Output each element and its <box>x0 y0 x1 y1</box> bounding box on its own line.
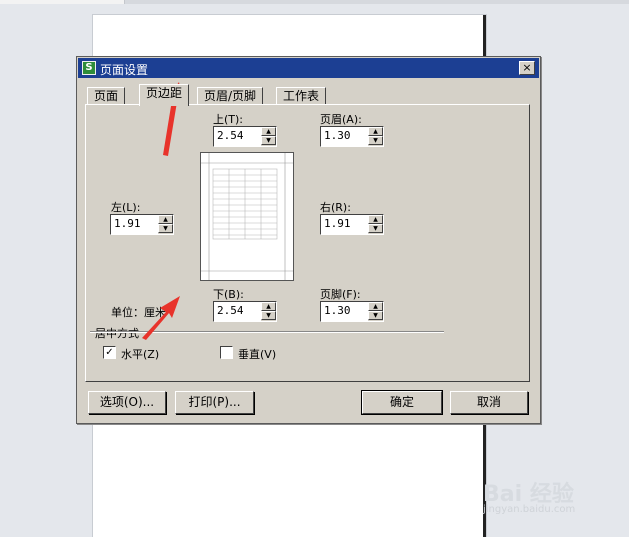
spin-up-icon[interactable]: ▲ <box>368 215 383 224</box>
app-logo-icon: S <box>82 61 96 75</box>
spin-down-icon[interactable]: ▼ <box>368 136 383 145</box>
top-margin-spin[interactable]: ▲ ▼ <box>261 127 276 146</box>
spin-down-icon[interactable]: ▼ <box>261 311 276 320</box>
header-margin-label: 页眉(A): <box>320 113 362 126</box>
footer-margin-spin[interactable]: ▲ ▼ <box>368 302 383 321</box>
left-margin-value[interactable]: 1.91 <box>114 217 141 230</box>
spin-up-icon[interactable]: ▲ <box>261 302 276 311</box>
close-icon[interactable]: × <box>519 61 535 75</box>
footer-margin-stepper[interactable]: 1.30 ▲ ▼ <box>320 301 384 322</box>
watermark: Bai 经验 jingyan.baidu.com <box>483 476 575 515</box>
horizontal-checkbox[interactable]: ✓ <box>103 346 116 359</box>
watermark-url: jingyan.baidu.com <box>483 504 576 515</box>
vertical-label[interactable]: 垂直(V) <box>238 346 276 362</box>
tab-page[interactable]: 页面 <box>87 87 126 105</box>
right-margin-label: 右(R): <box>320 201 351 214</box>
vertical-checkbox[interactable] <box>220 346 233 359</box>
tab-worksheet[interactable]: 工作表 <box>276 87 327 105</box>
page-preview-graphic <box>201 153 293 280</box>
dialog-title: 页面设置 <box>100 63 149 77</box>
header-margin-stepper[interactable]: 1.30 ▲ ▼ <box>320 126 384 147</box>
left-margin-label: 左(L): <box>111 201 141 214</box>
options-button[interactable]: 选项(O)... <box>88 391 166 414</box>
page-setup-dialog: S 页面设置 × 页面 页边距 页眉/页脚 工作表 上(T): 2.54 ▲ ▼ … <box>76 56 541 424</box>
annotation-arrow-icon <box>142 296 180 340</box>
top-margin-label: 上(T): <box>213 113 244 126</box>
header-margin-spin[interactable]: ▲ ▼ <box>368 127 383 146</box>
spin-down-icon[interactable]: ▼ <box>261 136 276 145</box>
cancel-button[interactable]: 取消 <box>450 391 528 414</box>
right-margin-stepper[interactable]: 1.91 ▲ ▼ <box>320 214 384 235</box>
ok-button[interactable]: 确定 <box>361 390 443 415</box>
tab-margins[interactable]: 页边距 <box>139 84 190 106</box>
tab-header-footer[interactable]: 页眉/页脚 <box>197 87 264 105</box>
spin-down-icon[interactable]: ▼ <box>368 311 383 320</box>
bottom-margin-stepper[interactable]: 2.54 ▲ ▼ <box>213 301 277 322</box>
left-margin-spin[interactable]: ▲ ▼ <box>158 215 173 234</box>
spin-down-icon[interactable]: ▼ <box>158 224 173 233</box>
top-margin-stepper[interactable]: 2.54 ▲ ▼ <box>213 126 277 147</box>
center-group-label: 居中方式 <box>95 327 139 340</box>
top-margin-value[interactable]: 2.54 <box>217 129 244 142</box>
footer-margin-label: 页脚(F): <box>320 288 361 301</box>
horizontal-label[interactable]: 水平(Z) <box>121 346 159 362</box>
spin-up-icon[interactable]: ▲ <box>368 127 383 136</box>
window-top-strip <box>0 0 629 4</box>
bottom-margin-label: 下(B): <box>213 288 244 301</box>
left-margin-stepper[interactable]: 1.91 ▲ ▼ <box>110 214 174 235</box>
spin-up-icon[interactable]: ▲ <box>261 127 276 136</box>
bottom-margin-spin[interactable]: ▲ ▼ <box>261 302 276 321</box>
footer-margin-value[interactable]: 1.30 <box>324 304 351 317</box>
print-button[interactable]: 打印(P)... <box>175 391 254 414</box>
bottom-margin-value[interactable]: 2.54 <box>217 304 244 317</box>
spin-down-icon[interactable]: ▼ <box>368 224 383 233</box>
right-margin-value[interactable]: 1.91 <box>324 217 351 230</box>
page-preview <box>200 152 294 281</box>
header-margin-value[interactable]: 1.30 <box>324 129 351 142</box>
right-margin-spin[interactable]: ▲ ▼ <box>368 215 383 234</box>
dialog-titlebar[interactable]: S 页面设置 × <box>78 58 539 78</box>
spin-up-icon[interactable]: ▲ <box>368 302 383 311</box>
spin-up-icon[interactable]: ▲ <box>158 215 173 224</box>
top-strip-segment <box>0 0 125 4</box>
